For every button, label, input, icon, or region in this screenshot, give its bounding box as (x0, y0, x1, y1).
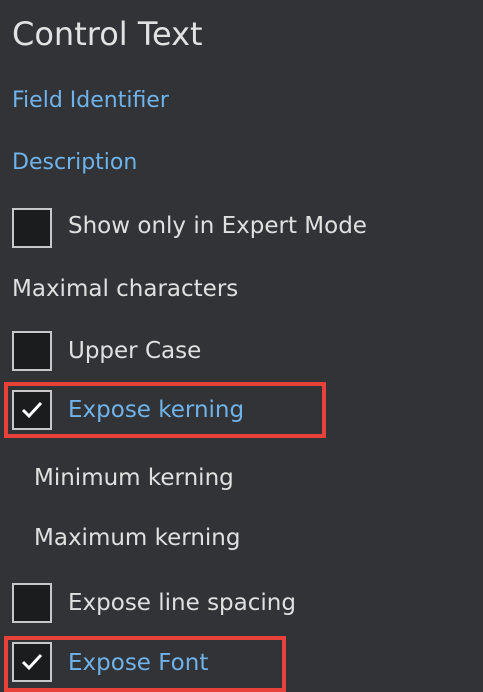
maximal-characters-label: Maximal characters (12, 276, 239, 302)
minimum-kerning-label: Minimum kerning (34, 465, 234, 491)
upper-case-row[interactable]: Upper Case (0, 330, 483, 376)
control-text-panel: Control Text Field Identifier Descriptio… (0, 0, 483, 692)
expose-font-checkbox[interactable] (12, 642, 52, 682)
expose-font-row[interactable]: Expose Font (0, 642, 483, 688)
description-link[interactable]: Description (12, 152, 137, 174)
expose-kerning-label[interactable]: Expose kerning (68, 399, 244, 422)
upper-case-label[interactable]: Upper Case (68, 340, 201, 363)
maximum-kerning-label: Maximum kerning (34, 525, 241, 551)
expose-line-spacing-label[interactable]: Expose line spacing (68, 592, 296, 615)
expose-font-label[interactable]: Expose Font (68, 652, 208, 675)
upper-case-checkbox[interactable] (12, 331, 52, 371)
checkmark-icon (21, 401, 43, 419)
expose-line-spacing-row[interactable]: Expose line spacing (0, 582, 483, 628)
expose-line-spacing-checkbox[interactable] (12, 583, 52, 623)
checkmark-icon (21, 653, 43, 671)
expose-kerning-row[interactable]: Expose kerning (0, 389, 483, 435)
section-title: Control Text (12, 15, 203, 53)
show-expert-mode-checkbox[interactable] (12, 208, 52, 248)
expose-kerning-checkbox[interactable] (12, 390, 52, 430)
show-expert-mode-label[interactable]: Show only in Expert Mode (68, 215, 367, 238)
show-expert-mode-row[interactable]: Show only in Expert Mode (0, 205, 483, 251)
field-identifier-link[interactable]: Field Identifier (12, 90, 169, 112)
